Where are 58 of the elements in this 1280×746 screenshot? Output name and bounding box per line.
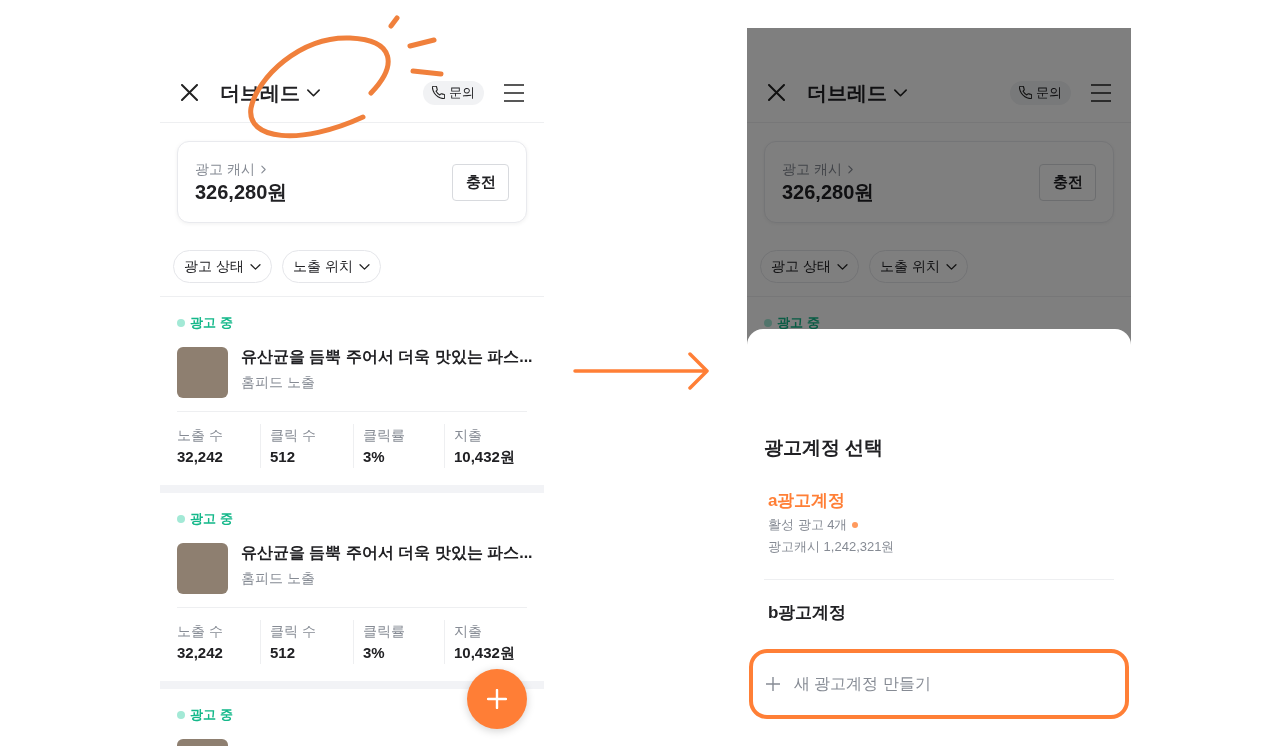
sheet-title: 광고계정 선택 xyxy=(764,436,885,460)
new-account-button[interactable]: 새 광고계정 만들기 xyxy=(749,649,1129,719)
contact-button[interactable]: 문의 xyxy=(1010,80,1071,105)
phone-icon xyxy=(432,86,445,99)
chevron-down-icon xyxy=(307,88,320,97)
menu-icon[interactable] xyxy=(1091,83,1111,102)
ad-placement: 홈피드 노출 xyxy=(241,569,316,588)
stat-label: 지출 xyxy=(454,622,483,641)
stat-value: 512 xyxy=(270,643,297,663)
stat-label: 클릭률 xyxy=(363,426,406,445)
account-cash: 광고캐시 1,242,321원 xyxy=(768,538,896,556)
cash-link[interactable]: 광고 캐시 xyxy=(782,159,875,179)
stat-value: 10,432원 xyxy=(454,643,516,663)
ad-placement: 홈피드 노출 xyxy=(241,373,316,392)
filter-chip[interactable]: 광고 상태 xyxy=(760,250,859,283)
account-name[interactable]: b광고계정 xyxy=(768,601,1114,625)
cash-amount: 326,280원 xyxy=(782,180,875,205)
store-selector[interactable]: 더브레드 xyxy=(807,79,907,106)
ad-status: 광고 중 xyxy=(190,317,233,329)
cash-amount: 326,280원 xyxy=(195,180,288,205)
contact-button[interactable]: 문의 xyxy=(423,80,484,105)
chevron-down-icon xyxy=(945,263,957,270)
stat-value: 3% xyxy=(363,447,386,467)
ad-title[interactable]: 유산균을 듬뿍 주어서 더욱 맛있는 파스... xyxy=(241,543,533,563)
ad-status: 광고 중 xyxy=(190,709,233,721)
chevron-down-icon xyxy=(836,263,848,270)
stat-value: 3% xyxy=(363,643,386,663)
account-name[interactable]: a광고계정 xyxy=(768,489,1114,513)
chevron-down-icon xyxy=(249,263,261,270)
chevron-down-icon xyxy=(358,263,370,270)
filter-chip[interactable]: 노출 위치 xyxy=(869,250,968,283)
charge-button[interactable]: 충전 xyxy=(452,163,509,201)
active-ads: 활성 광고 4개 xyxy=(768,516,848,534)
stat-label: 지출 xyxy=(454,426,483,445)
stat-label: 클릭 수 xyxy=(270,426,317,445)
stat-label: 노출 수 xyxy=(177,622,224,641)
ad-status: 광고 중 xyxy=(777,317,820,329)
filter-chip[interactable]: 노출 위치 xyxy=(282,250,381,283)
plus-icon xyxy=(487,689,507,709)
menu-icon[interactable] xyxy=(504,83,524,102)
chevron-right-icon xyxy=(260,164,266,174)
stat-label: 노출 수 xyxy=(177,426,224,445)
phone-icon xyxy=(1019,86,1032,99)
chevron-down-icon xyxy=(894,88,907,97)
ad-title[interactable]: 유산균을 듬뿍 주어서 더욱 맛있는 파스... xyxy=(241,347,533,367)
cash-link[interactable]: 광고 캐시 xyxy=(195,159,288,179)
plus-icon xyxy=(766,677,780,691)
chevron-right-icon xyxy=(847,164,853,174)
stat-value: 10,432원 xyxy=(454,447,516,467)
filter-chip[interactable]: 광고 상태 xyxy=(173,250,272,283)
stat-value: 512 xyxy=(270,447,297,467)
stat-value: 32,242 xyxy=(177,447,224,467)
close-icon[interactable] xyxy=(181,84,198,101)
stat-label: 클릭 수 xyxy=(270,622,317,641)
ad-status: 광고 중 xyxy=(190,513,233,525)
stat-label: 클릭률 xyxy=(363,622,406,641)
charge-button[interactable]: 충전 xyxy=(1039,163,1096,201)
stat-value: 32,242 xyxy=(177,643,224,663)
